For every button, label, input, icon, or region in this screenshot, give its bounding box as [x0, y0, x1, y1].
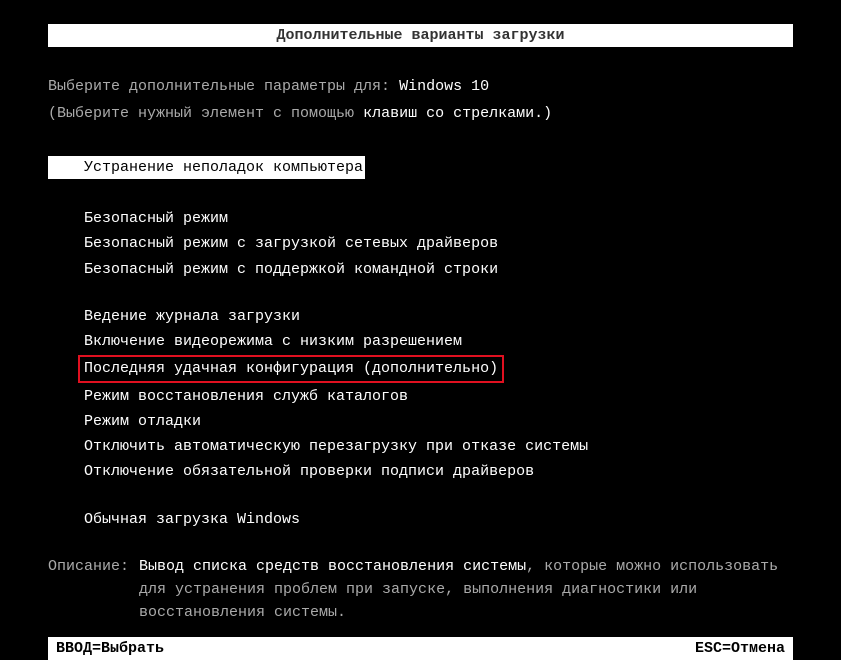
boot-menu: Безопасный режим Безопасный режим с загр…	[48, 207, 793, 531]
footer-enter[interactable]: ВВОД=Выбрать	[56, 637, 164, 660]
menu-item-selected[interactable]: Устранение неполадок компьютера	[48, 156, 365, 179]
menu-item-safe-mode[interactable]: Безопасный режим	[84, 207, 793, 230]
menu-item-ds-restore[interactable]: Режим восстановления служб каталогов	[84, 385, 793, 408]
title-bar: Дополнительные варианты загрузки	[48, 24, 793, 47]
menu-item-safe-mode-cmd[interactable]: Безопасный режим с поддержкой командной …	[84, 258, 793, 281]
prompt-line-1: Выберите дополнительные параметры для: W…	[48, 75, 793, 98]
prompt-line-2: (Выберите нужный элемент с помощью клави…	[48, 102, 793, 125]
selected-item-label: Устранение неполадок компьютера	[84, 159, 363, 176]
menu-item-boot-logging[interactable]: Ведение журнала загрузки	[84, 305, 793, 328]
prompt-prefix: Выберите дополнительные параметры для:	[48, 78, 399, 95]
footer-bar: ВВОД=Выбрать ESC=Отмена	[48, 637, 793, 660]
description-label: Описание:	[48, 555, 129, 625]
menu-item-debug-mode[interactable]: Режим отладки	[84, 410, 793, 433]
description-text: Вывод списка средств восстановления сист…	[139, 555, 793, 625]
menu-item-disable-auto-restart[interactable]: Отключить автоматическую перезагрузку пр…	[84, 435, 793, 458]
menu-item-start-normally[interactable]: Обычная загрузка Windows	[84, 508, 793, 531]
prompt-target: Windows 10	[399, 78, 489, 95]
menu-item-last-known-good[interactable]: Последняя удачная конфигурация (дополнит…	[84, 355, 793, 382]
highlighted-frame: Последняя удачная конфигурация (дополнит…	[78, 355, 504, 382]
footer-esc[interactable]: ESC=Отмена	[695, 637, 785, 660]
prompt2-hint: клавиш со стрелками.)	[363, 105, 552, 122]
menu-item-safe-mode-networking[interactable]: Безопасный режим с загрузкой сетевых дра…	[84, 232, 793, 255]
menu-item-low-res-video[interactable]: Включение видеорежима с низким разрешени…	[84, 330, 793, 353]
description: Описание: Вывод списка средств восстанов…	[48, 555, 793, 625]
menu-item-disable-driver-sig[interactable]: Отключение обязательной проверки подписи…	[84, 460, 793, 483]
title-text: Дополнительные варианты загрузки	[276, 27, 564, 44]
prompt2-prefix: (Выберите нужный элемент с помощью	[48, 105, 363, 122]
